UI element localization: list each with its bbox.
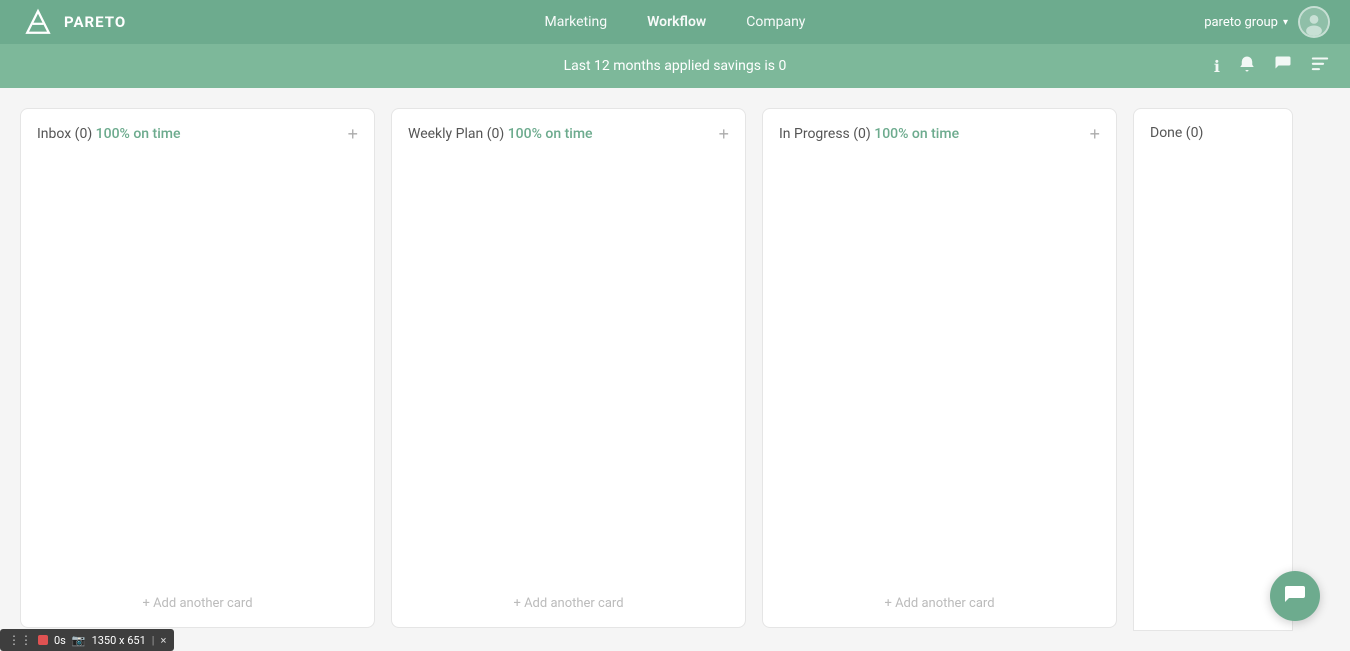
recording-dot [38, 635, 48, 645]
grid-icon: ⋮⋮ [8, 633, 32, 647]
inbox-add-card[interactable]: + Add another card [37, 588, 358, 611]
column-weekly-plan-title: Weekly Plan (0) 100% on time [408, 126, 593, 142]
timer-text: 0s [54, 634, 66, 647]
camera-icon: 📷 [72, 634, 86, 647]
pareto-logo-icon [20, 4, 56, 40]
bottom-bar: ⋮⋮ 0s 📷 1350 x 651 | × [0, 629, 174, 651]
column-in-progress-title: In Progress (0) 100% on time [779, 126, 959, 142]
in-progress-on-time: 100% on time [874, 126, 959, 142]
inbox-title-text: Inbox (0) [37, 126, 96, 142]
subheader-message: Last 12 months applied savings is 0 [564, 58, 787, 74]
nav-workflow[interactable]: Workflow [647, 14, 706, 30]
done-body [1150, 153, 1276, 614]
subheader-icons: ℹ [1214, 55, 1330, 77]
column-inbox: Inbox (0) 100% on time + + Add another c… [20, 108, 375, 628]
column-done-header: Done (0) [1150, 125, 1276, 141]
subheader: Last 12 months applied savings is 0 ℹ [0, 44, 1350, 88]
in-progress-add-card[interactable]: + Add another card [779, 588, 1100, 611]
in-progress-title-text: In Progress (0) [779, 126, 874, 142]
navbar-right: pareto group ▾ [1204, 6, 1330, 38]
nav-company[interactable]: Company [746, 14, 805, 30]
avatar[interactable] [1298, 6, 1330, 38]
column-in-progress-header: In Progress (0) 100% on time + [779, 125, 1100, 143]
nav-marketing[interactable]: Marketing [545, 14, 608, 30]
inbox-add-button[interactable]: + [347, 125, 358, 143]
weekly-plan-add-button[interactable]: + [718, 125, 729, 143]
kanban-board: Inbox (0) 100% on time + + Add another c… [0, 88, 1350, 651]
column-done: Done (0) [1133, 108, 1293, 631]
weekly-plan-add-card[interactable]: + Add another card [408, 588, 729, 611]
user-group-name: pareto group [1204, 15, 1278, 30]
column-in-progress: In Progress (0) 100% on time + + Add ano… [762, 108, 1117, 628]
close-bar-button[interactable]: × [160, 634, 166, 647]
inbox-body [37, 155, 358, 588]
chat-svg [1274, 55, 1292, 73]
navbar-center: Marketing Workflow Company [545, 14, 806, 30]
column-weekly-plan-header: Weekly Plan (0) 100% on time + [408, 125, 729, 143]
inbox-on-time: 100% on time [96, 126, 181, 142]
chat-bubble-icon [1283, 584, 1307, 608]
chat-bubble-button[interactable] [1270, 571, 1320, 621]
column-done-title: Done (0) [1150, 125, 1203, 141]
navbar-left: PARETO [20, 4, 126, 40]
weekly-plan-body [408, 155, 729, 588]
column-weekly-plan: Weekly Plan (0) 100% on time + + Add ano… [391, 108, 746, 628]
brand-name: PARETO [64, 13, 126, 31]
bell-icon[interactable] [1238, 55, 1256, 77]
dimensions-text: 1350 x 651 [92, 634, 146, 647]
weekly-plan-on-time: 100% on time [508, 126, 593, 142]
chevron-down-icon: ▾ [1283, 17, 1288, 28]
navbar: PARETO Marketing Workflow Company pareto… [0, 0, 1350, 44]
column-inbox-header: Inbox (0) 100% on time + [37, 125, 358, 143]
info-icon[interactable]: ℹ [1214, 57, 1220, 76]
bell-svg [1238, 55, 1256, 73]
avatar-image [1300, 6, 1328, 38]
in-progress-add-button[interactable]: + [1089, 125, 1100, 143]
column-inbox-title: Inbox (0) 100% on time [37, 126, 180, 142]
filter-svg [1310, 55, 1330, 73]
in-progress-body [779, 155, 1100, 588]
user-group[interactable]: pareto group ▾ [1204, 15, 1288, 30]
weekly-plan-title-text: Weekly Plan (0) [408, 126, 508, 142]
filter-icon[interactable] [1310, 55, 1330, 77]
chat-icon[interactable] [1274, 55, 1292, 77]
